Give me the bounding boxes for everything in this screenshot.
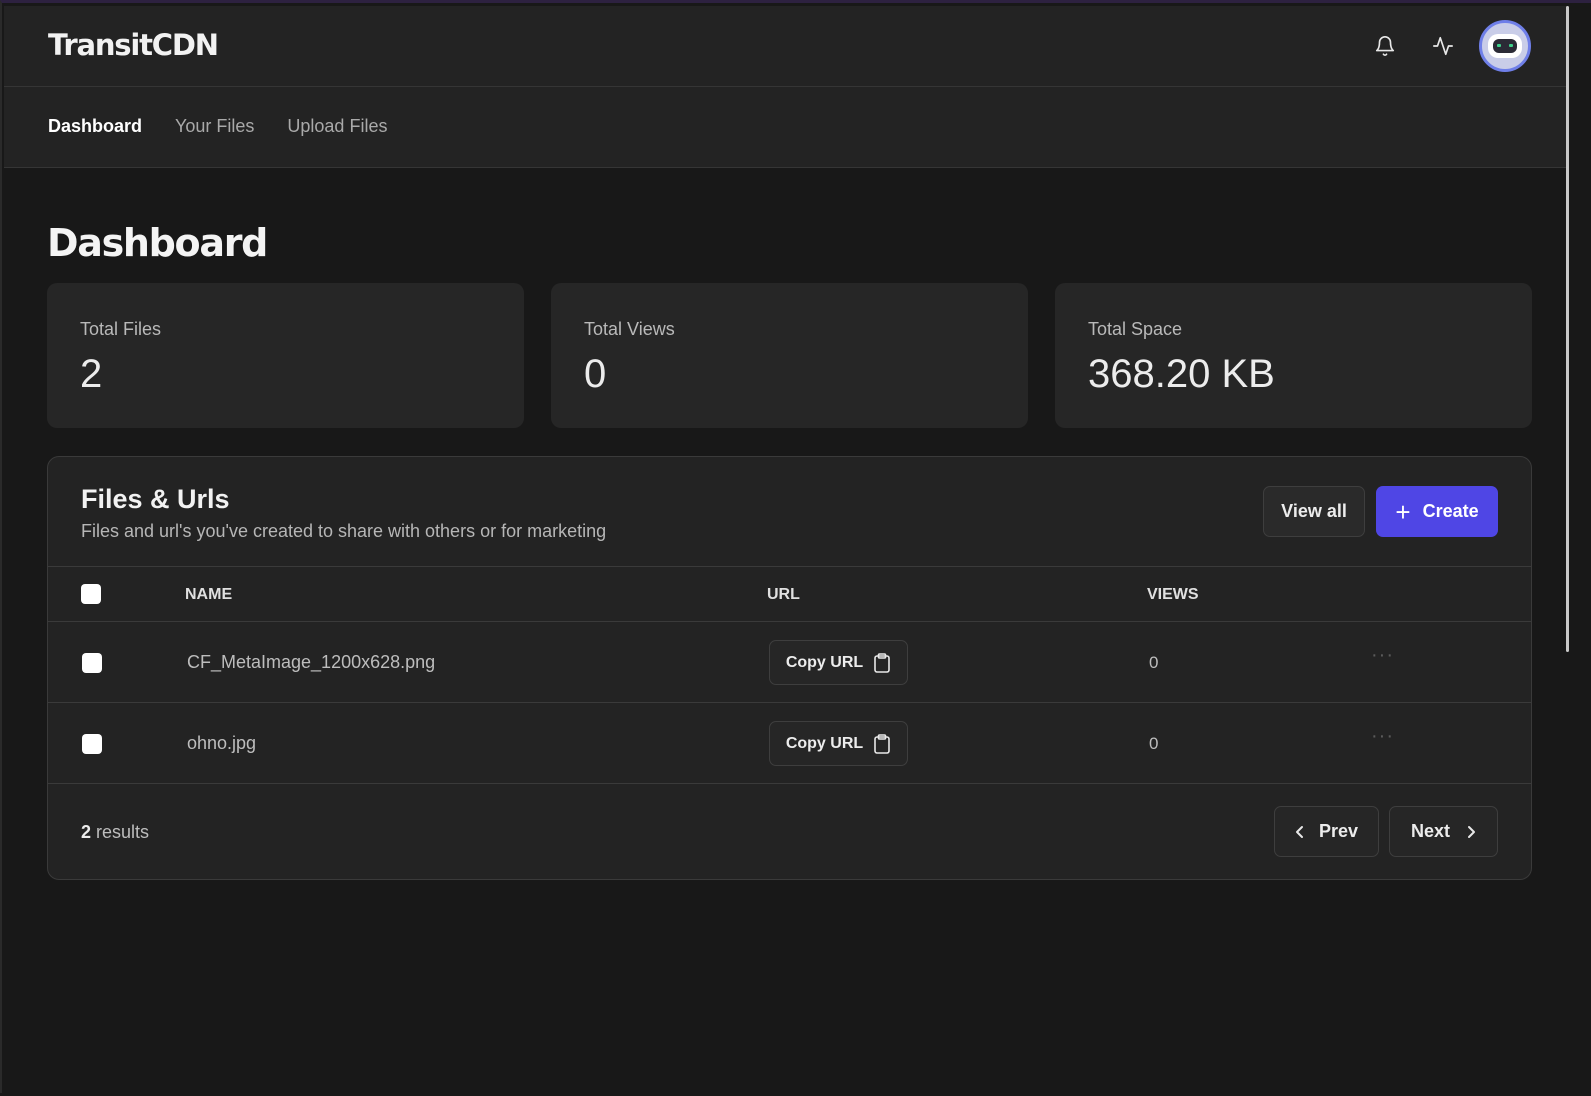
activity-button[interactable] (1421, 20, 1465, 72)
top-actions (1363, 20, 1531, 72)
table-row: ohno.jpg Copy URL 0 ··· (48, 703, 1531, 784)
column-header-url[interactable]: URL (767, 586, 800, 604)
results-number: 2 (81, 822, 92, 842)
bell-icon (1375, 36, 1395, 56)
next-page-button[interactable]: Next (1389, 806, 1498, 857)
select-all-checkbox[interactable] (81, 584, 101, 604)
scrollbar-thumb[interactable] (1566, 6, 1569, 652)
nav-bar: Dashboard Your Files Upload Files (4, 87, 1567, 168)
plus-icon: + (1395, 496, 1411, 527)
results-label: results (96, 822, 150, 842)
prev-label: Prev (1318, 821, 1359, 841)
results-count: 2 results (81, 822, 149, 843)
brand-logo[interactable]: TransitCDN (48, 28, 219, 62)
copy-url-button[interactable]: Copy URL (769, 640, 908, 685)
more-options-icon[interactable]: ··· (1371, 644, 1395, 674)
stat-card-total-files: Total Files 2 (47, 283, 524, 428)
panel-subtitle: Files and url's you've created to share … (81, 521, 607, 541)
copy-url-label: Copy URL (785, 653, 864, 671)
stat-label: Total Views (584, 319, 675, 339)
column-header-views[interactable]: VIEWS (1147, 586, 1199, 604)
robot-avatar-icon (1488, 34, 1522, 58)
file-name[interactable]: CF_MetaImage_1200x628.png (187, 652, 435, 673)
activity-icon (1433, 36, 1453, 56)
nav-item-upload-files[interactable]: Upload Files (287, 116, 387, 137)
chevron-left-icon (1295, 824, 1305, 840)
panel-footer: 2 results Prev Next (48, 784, 1531, 879)
copy-url-button[interactable]: Copy URL (769, 721, 908, 766)
nav-links: Dashboard Your Files Upload Files (48, 116, 420, 137)
stat-value: 0 (584, 352, 607, 396)
stat-label: Total Space (1088, 319, 1183, 339)
create-label: Create (1422, 501, 1479, 521)
page-title: Dashboard (47, 221, 268, 265)
nav-item-your-files[interactable]: Your Files (175, 116, 254, 137)
prev-page-button[interactable]: Prev (1274, 806, 1379, 857)
table-row: CF_MetaImage_1200x628.png Copy URL 0 ··· (48, 622, 1531, 703)
panel-title: Files & Urls (81, 484, 230, 514)
clipboard-icon (874, 733, 890, 754)
stats-row: Total Files 2 Total Views 0 Total Space … (47, 283, 1532, 428)
file-views: 0 (1149, 653, 1159, 672)
table-header: NAME URL VIEWS (48, 567, 1531, 622)
stat-card-total-space: Total Space 368.20 KB (1055, 283, 1532, 428)
file-name[interactable]: ohno.jpg (187, 733, 256, 754)
row-checkbox[interactable] (82, 734, 102, 754)
panel-header: Files & Urls Files and url's you've crea… (48, 457, 1531, 567)
create-button[interactable]: + Create (1376, 486, 1498, 537)
app-window: TransitCDN Dashboard Your Files Upload F… (0, 0, 1591, 1096)
next-label: Next (1410, 821, 1450, 841)
files-panel: Files & Urls Files and url's you've crea… (47, 456, 1532, 880)
stat-card-total-views: Total Views 0 (551, 283, 1028, 428)
stat-value: 368.20 KB (1088, 352, 1275, 396)
avatar[interactable] (1479, 20, 1531, 72)
chevron-right-icon (1466, 824, 1476, 840)
scrollbar-track[interactable] (1567, 6, 1591, 1096)
stat-value: 2 (80, 352, 103, 396)
column-header-name[interactable]: NAME (185, 586, 232, 604)
copy-url-label: Copy URL (785, 734, 864, 752)
row-checkbox[interactable] (82, 653, 102, 673)
notifications-button[interactable] (1363, 20, 1407, 72)
nav-item-dashboard[interactable]: Dashboard (48, 116, 142, 137)
stat-label: Total Files (80, 319, 162, 339)
clipboard-icon (874, 652, 890, 673)
more-options-icon[interactable]: ··· (1371, 725, 1395, 755)
file-views: 0 (1149, 734, 1159, 753)
top-bar: TransitCDN (4, 6, 1567, 87)
view-all-button[interactable]: View all (1263, 486, 1365, 537)
